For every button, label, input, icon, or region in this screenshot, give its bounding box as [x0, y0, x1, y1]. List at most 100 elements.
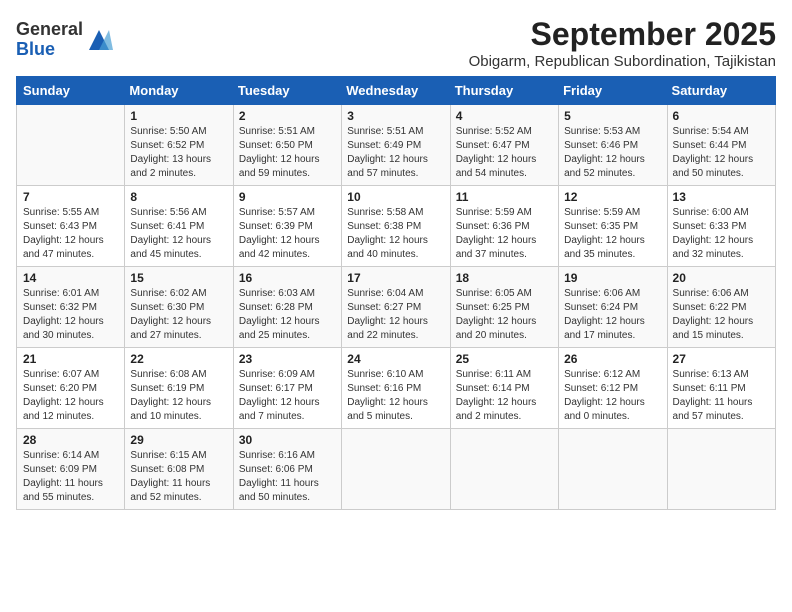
day-cell: 24 Sunrise: 6:10 AM Sunset: 6:16 PM Dayli… — [342, 348, 450, 429]
day-cell: 9 Sunrise: 5:57 AM Sunset: 6:39 PM Daylig… — [233, 186, 341, 267]
day-info: Sunrise: 5:53 AM Sunset: 6:46 PM Dayligh… — [564, 125, 661, 181]
day-number: 17 — [347, 271, 444, 285]
day-cell: 3 Sunrise: 5:51 AM Sunset: 6:49 PM Daylig… — [342, 105, 450, 186]
day-cell: 29Sunrise: 6:15 AM Sunset: 6:08 PM Dayli… — [125, 429, 233, 510]
day-number: 28 — [23, 433, 119, 447]
day-cell: 11 Sunrise: 5:59 AM Sunset: 6:36 PM Dayli… — [450, 186, 558, 267]
day-cell: 6 Sunrise: 5:54 AM Sunset: 6:44 PM Daylig… — [667, 105, 775, 186]
day-cell: 20Sunrise: 6:06 AM Sunset: 6:22 PM Dayli… — [667, 267, 775, 348]
day-number: 26 — [564, 352, 661, 366]
day-info: Sunrise: 6:14 AM Sunset: 6:09 PM Dayligh… — [23, 449, 119, 505]
day-cell: 2 Sunrise: 5:51 AM Sunset: 6:50 PM Daylig… — [233, 105, 341, 186]
day-number: 14 — [23, 271, 119, 285]
day-info: Sunrise: 5:59 AM Sunset: 6:36 PM Dayligh… — [456, 206, 553, 262]
day-cell: 10 Sunrise: 5:58 AM Sunset: 6:38 PM Dayli… — [342, 186, 450, 267]
day-cell: 17 Sunrise: 6:04 AM Sunset: 6:27 PM Dayli… — [342, 267, 450, 348]
day-number: 2 — [239, 109, 336, 123]
day-info: Sunrise: 5:52 AM Sunset: 6:47 PM Dayligh… — [456, 125, 553, 181]
day-cell — [559, 429, 667, 510]
day-number: 23 — [239, 352, 336, 366]
week-row-4: 21 Sunrise: 6:07 AM Sunset: 6:20 PM Dayli… — [17, 348, 776, 429]
day-cell: 14 Sunrise: 6:01 AM Sunset: 6:32 PM Dayli… — [17, 267, 125, 348]
day-cell: 28 Sunrise: 6:14 AM Sunset: 6:09 PM Dayli… — [17, 429, 125, 510]
day-number: 19 — [564, 271, 661, 285]
day-cell: 21 Sunrise: 6:07 AM Sunset: 6:20 PM Dayli… — [17, 348, 125, 429]
day-cell — [17, 105, 125, 186]
day-info: Sunrise: 6:10 AM Sunset: 6:16 PM Dayligh… — [347, 368, 444, 424]
day-cell: 12 Sunrise: 5:59 AM Sunset: 6:35 PM Dayli… — [559, 186, 667, 267]
column-header-monday: Monday — [125, 77, 233, 105]
day-number: 18 — [456, 271, 553, 285]
day-cell: 22Sunrise: 6:08 AM Sunset: 6:19 PM Dayli… — [125, 348, 233, 429]
day-number: 13 — [673, 190, 770, 204]
day-number: 25 — [456, 352, 553, 366]
day-cell — [667, 429, 775, 510]
day-cell: 25 Sunrise: 6:11 AM Sunset: 6:14 PM Dayli… — [450, 348, 558, 429]
week-row-5: 28 Sunrise: 6:14 AM Sunset: 6:09 PM Dayli… — [17, 429, 776, 510]
week-row-3: 14 Sunrise: 6:01 AM Sunset: 6:32 PM Dayli… — [17, 267, 776, 348]
month-title: September 2025 — [469, 16, 776, 53]
day-cell: 13Sunrise: 6:00 AM Sunset: 6:33 PM Dayli… — [667, 186, 775, 267]
day-number: 11 — [456, 190, 553, 204]
logo: General Blue — [16, 20, 113, 60]
day-info: Sunrise: 5:50 AM Sunset: 6:52 PM Dayligh… — [130, 125, 227, 181]
location-subtitle: Obigarm, Republican Subordination, Tajik… — [469, 53, 776, 70]
day-info: Sunrise: 6:11 AM Sunset: 6:14 PM Dayligh… — [456, 368, 553, 424]
logo-general: General — [16, 19, 83, 39]
column-header-wednesday: Wednesday — [342, 77, 450, 105]
day-cell: 15Sunrise: 6:02 AM Sunset: 6:30 PM Dayli… — [125, 267, 233, 348]
day-info: Sunrise: 6:06 AM Sunset: 6:22 PM Dayligh… — [673, 287, 770, 343]
column-header-saturday: Saturday — [667, 77, 775, 105]
day-info: Sunrise: 5:51 AM Sunset: 6:49 PM Dayligh… — [347, 125, 444, 181]
day-number: 22 — [130, 352, 227, 366]
day-number: 9 — [239, 190, 336, 204]
page-header: General Blue September 2025 Obigarm, Rep… — [16, 16, 776, 70]
day-info: Sunrise: 5:58 AM Sunset: 6:38 PM Dayligh… — [347, 206, 444, 262]
day-number: 6 — [673, 109, 770, 123]
column-header-sunday: Sunday — [17, 77, 125, 105]
day-cell: 1 Sunrise: 5:50 AM Sunset: 6:52 PM Daylig… — [125, 105, 233, 186]
day-info: Sunrise: 6:12 AM Sunset: 6:12 PM Dayligh… — [564, 368, 661, 424]
column-header-friday: Friday — [559, 77, 667, 105]
day-number: 1 — [130, 109, 227, 123]
header-row: SundayMondayTuesdayWednesdayThursdayFrid… — [17, 77, 776, 105]
title-block: September 2025 Obigarm, Republican Subor… — [469, 16, 776, 70]
day-info: Sunrise: 5:57 AM Sunset: 6:39 PM Dayligh… — [239, 206, 336, 262]
week-row-2: 7Sunrise: 5:55 AM Sunset: 6:43 PM Daylig… — [17, 186, 776, 267]
day-number: 12 — [564, 190, 661, 204]
day-number: 24 — [347, 352, 444, 366]
day-cell: 18 Sunrise: 6:05 AM Sunset: 6:25 PM Dayli… — [450, 267, 558, 348]
day-info: Sunrise: 6:01 AM Sunset: 6:32 PM Dayligh… — [23, 287, 119, 343]
day-info: Sunrise: 6:09 AM Sunset: 6:17 PM Dayligh… — [239, 368, 336, 424]
day-cell: 23 Sunrise: 6:09 AM Sunset: 6:17 PM Dayli… — [233, 348, 341, 429]
day-number: 21 — [23, 352, 119, 366]
day-info: Sunrise: 6:04 AM Sunset: 6:27 PM Dayligh… — [347, 287, 444, 343]
day-info: Sunrise: 5:59 AM Sunset: 6:35 PM Dayligh… — [564, 206, 661, 262]
day-info: Sunrise: 6:05 AM Sunset: 6:25 PM Dayligh… — [456, 287, 553, 343]
day-cell: 7Sunrise: 5:55 AM Sunset: 6:43 PM Daylig… — [17, 186, 125, 267]
day-number: 3 — [347, 109, 444, 123]
logo-icon — [85, 26, 113, 54]
day-number: 30 — [239, 433, 336, 447]
day-cell — [342, 429, 450, 510]
day-info: Sunrise: 5:51 AM Sunset: 6:50 PM Dayligh… — [239, 125, 336, 181]
day-number: 8 — [130, 190, 227, 204]
day-info: Sunrise: 6:07 AM Sunset: 6:20 PM Dayligh… — [23, 368, 119, 424]
day-cell: 27Sunrise: 6:13 AM Sunset: 6:11 PM Dayli… — [667, 348, 775, 429]
calendar-table: SundayMondayTuesdayWednesdayThursdayFrid… — [16, 76, 776, 510]
day-cell — [450, 429, 558, 510]
day-info: Sunrise: 6:03 AM Sunset: 6:28 PM Dayligh… — [239, 287, 336, 343]
day-cell: 4 Sunrise: 5:52 AM Sunset: 6:47 PM Daylig… — [450, 105, 558, 186]
day-number: 4 — [456, 109, 553, 123]
day-number: 7 — [23, 190, 119, 204]
day-info: Sunrise: 6:02 AM Sunset: 6:30 PM Dayligh… — [130, 287, 227, 343]
day-info: Sunrise: 6:16 AM Sunset: 6:06 PM Dayligh… — [239, 449, 336, 505]
day-cell: 19Sunrise: 6:06 AM Sunset: 6:24 PM Dayli… — [559, 267, 667, 348]
logo-blue: Blue — [16, 39, 55, 59]
day-number: 27 — [673, 352, 770, 366]
day-number: 16 — [239, 271, 336, 285]
day-number: 10 — [347, 190, 444, 204]
day-info: Sunrise: 5:54 AM Sunset: 6:44 PM Dayligh… — [673, 125, 770, 181]
day-cell: 5Sunrise: 5:53 AM Sunset: 6:46 PM Daylig… — [559, 105, 667, 186]
day-info: Sunrise: 6:15 AM Sunset: 6:08 PM Dayligh… — [130, 449, 227, 505]
